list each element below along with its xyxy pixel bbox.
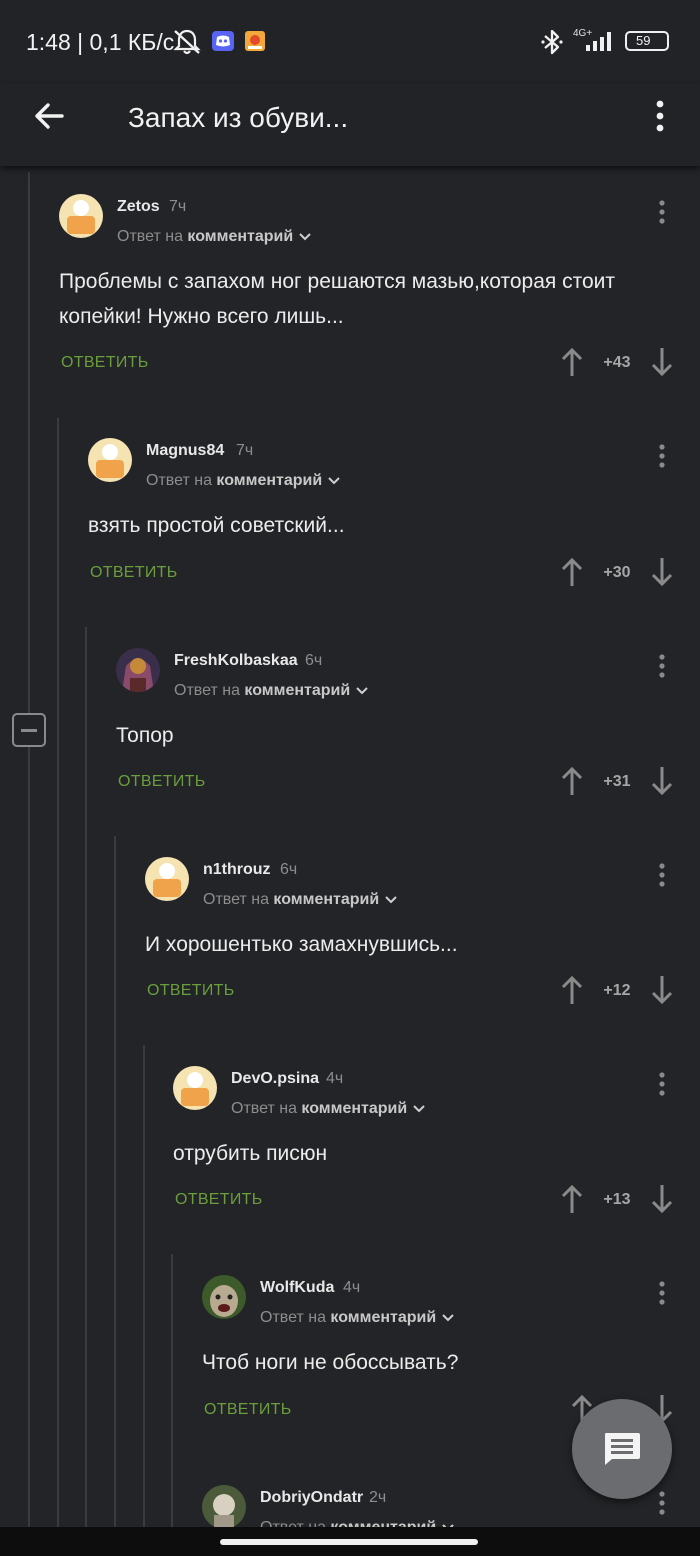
avatar[interactable] xyxy=(59,194,103,238)
comment-time: 4ч xyxy=(326,1070,344,1087)
notifications-muted-icon xyxy=(173,29,201,55)
reply-to[interactable]: Ответ на комментарий xyxy=(260,1309,454,1327)
reply-button[interactable]: ОТВЕТИТЬ xyxy=(147,982,235,1000)
downvote-arrow-icon[interactable] xyxy=(650,556,674,588)
comment: DevO.psina 4ч Ответ на комментарий отруб… xyxy=(0,1066,700,1276)
add-comment-button[interactable] xyxy=(572,1399,672,1499)
comment: FreshKolbaskaa 6ч Ответ на комментарий Т… xyxy=(0,648,700,858)
reply-to[interactable]: Ответ на комментарий xyxy=(260,1519,454,1527)
comment-score: +30 xyxy=(603,564,631,581)
comment-text: Проблемы с запахом ног решаются мазью,ко… xyxy=(59,270,615,328)
downvote-arrow-icon[interactable] xyxy=(650,1183,674,1215)
discord-icon xyxy=(212,31,234,51)
app-notification-icon xyxy=(245,31,265,51)
comment-menu-icon[interactable] xyxy=(652,440,672,472)
upvote-arrow-icon[interactable] xyxy=(560,346,584,378)
comment-time: 6ч xyxy=(280,861,298,878)
comment-author[interactable]: DevO.psina xyxy=(231,1070,319,1088)
reply-button[interactable]: ОТВЕТИТЬ xyxy=(175,1191,263,1209)
comment-time: 2ч xyxy=(369,1489,387,1506)
more-options-icon[interactable] xyxy=(646,96,674,136)
chevron-down-icon xyxy=(356,687,368,695)
comment-author[interactable]: Magnus84 xyxy=(146,442,224,460)
avatar[interactable] xyxy=(173,1066,217,1110)
battery-icon: 59 xyxy=(625,31,669,51)
home-gesture-handle[interactable] xyxy=(220,1539,478,1545)
reply-button[interactable]: ОТВЕТИТЬ xyxy=(61,354,149,372)
avatar[interactable] xyxy=(202,1485,246,1527)
reply-button[interactable]: ОТВЕТИТЬ xyxy=(90,564,178,582)
comment-text: Чтоб ноги не обоссывать? xyxy=(202,1351,459,1374)
downvote-arrow-icon[interactable] xyxy=(650,346,674,378)
status-time: 1:48 | 0,1 КБ/с xyxy=(26,29,175,55)
comment-author[interactable]: WolfKuda xyxy=(260,1279,334,1297)
battery-level: 59 xyxy=(636,33,651,48)
comment-score: +12 xyxy=(603,982,631,999)
comment-author[interactable]: Zetos xyxy=(117,198,160,216)
chevron-down-icon xyxy=(328,477,340,485)
comment-author[interactable]: n1throuz xyxy=(203,861,271,879)
reply-to[interactable]: Ответ на комментарий xyxy=(146,472,340,490)
comment-score: +31 xyxy=(603,773,631,790)
system-nav-bar xyxy=(0,1527,700,1556)
signal-icon xyxy=(586,32,611,51)
chevron-down-icon xyxy=(413,1105,425,1113)
status-bar: 1:48 | 0,1 КБ/с 4G+ 59 xyxy=(0,0,700,84)
comment-menu-icon[interactable] xyxy=(652,196,672,228)
reply-button[interactable]: ОТВЕТИТЬ xyxy=(204,1401,292,1419)
comment: Magnus84 7ч Ответ на комментарий взять п… xyxy=(0,438,700,648)
comment-text: И хорошентько замахнувшись... xyxy=(145,933,458,956)
page-title: Запах из обуви... xyxy=(128,102,349,133)
upvote-arrow-icon[interactable] xyxy=(560,765,584,797)
downvote-arrow-icon[interactable] xyxy=(650,765,674,797)
comment-time: 7ч xyxy=(169,198,187,215)
chevron-down-icon xyxy=(385,896,397,904)
avatar[interactable] xyxy=(145,857,189,901)
comment-text: Топор xyxy=(116,724,174,747)
comment-score: +13 xyxy=(603,1191,631,1208)
chevron-down-icon xyxy=(299,233,311,241)
comment: n1throuz 6ч Ответ на комментарий И хорош… xyxy=(0,857,700,1067)
comment-author[interactable]: DobriyOndatr xyxy=(260,1489,363,1507)
comment-text: отрубить писюн xyxy=(173,1142,328,1165)
comment: Zetos 7ч Ответ на комментарий Проблемы с… xyxy=(0,194,700,404)
comment-menu-icon[interactable] xyxy=(652,1277,672,1309)
avatar[interactable] xyxy=(88,438,132,482)
comment-author[interactable]: FreshKolbaskaa xyxy=(174,652,298,670)
reply-to[interactable]: Ответ на комментарий xyxy=(203,891,397,909)
reply-button[interactable]: ОТВЕТИТЬ xyxy=(118,773,206,791)
comment-menu-icon[interactable] xyxy=(652,1068,672,1100)
upvote-arrow-icon[interactable] xyxy=(560,974,584,1006)
comment-time: 6ч xyxy=(305,652,323,669)
upvote-arrow-icon[interactable] xyxy=(560,556,584,588)
comment-menu-icon[interactable] xyxy=(652,859,672,891)
chevron-down-icon xyxy=(442,1314,454,1322)
app-bar: Запах из обуви... xyxy=(0,84,700,166)
back-arrow-icon[interactable] xyxy=(30,96,70,136)
comment-icon xyxy=(605,1433,640,1465)
avatar[interactable] xyxy=(116,648,160,692)
reply-to[interactable]: Ответ на комментарий xyxy=(117,228,311,246)
downvote-arrow-icon[interactable] xyxy=(650,974,674,1006)
reply-to[interactable]: Ответ на комментарий xyxy=(231,1100,425,1118)
comment-menu-icon[interactable] xyxy=(652,650,672,682)
comment-time: 4ч xyxy=(343,1279,361,1296)
avatar[interactable] xyxy=(202,1275,246,1319)
reply-to[interactable]: Ответ на комментарий xyxy=(174,682,368,700)
comment-text: взять простой советский... xyxy=(88,514,345,537)
bluetooth-icon xyxy=(541,29,563,55)
comment-time: 7ч xyxy=(236,442,254,459)
comment-score: +43 xyxy=(603,354,631,371)
upvote-arrow-icon[interactable] xyxy=(560,1183,584,1215)
comment-menu-icon[interactable] xyxy=(652,1487,672,1519)
